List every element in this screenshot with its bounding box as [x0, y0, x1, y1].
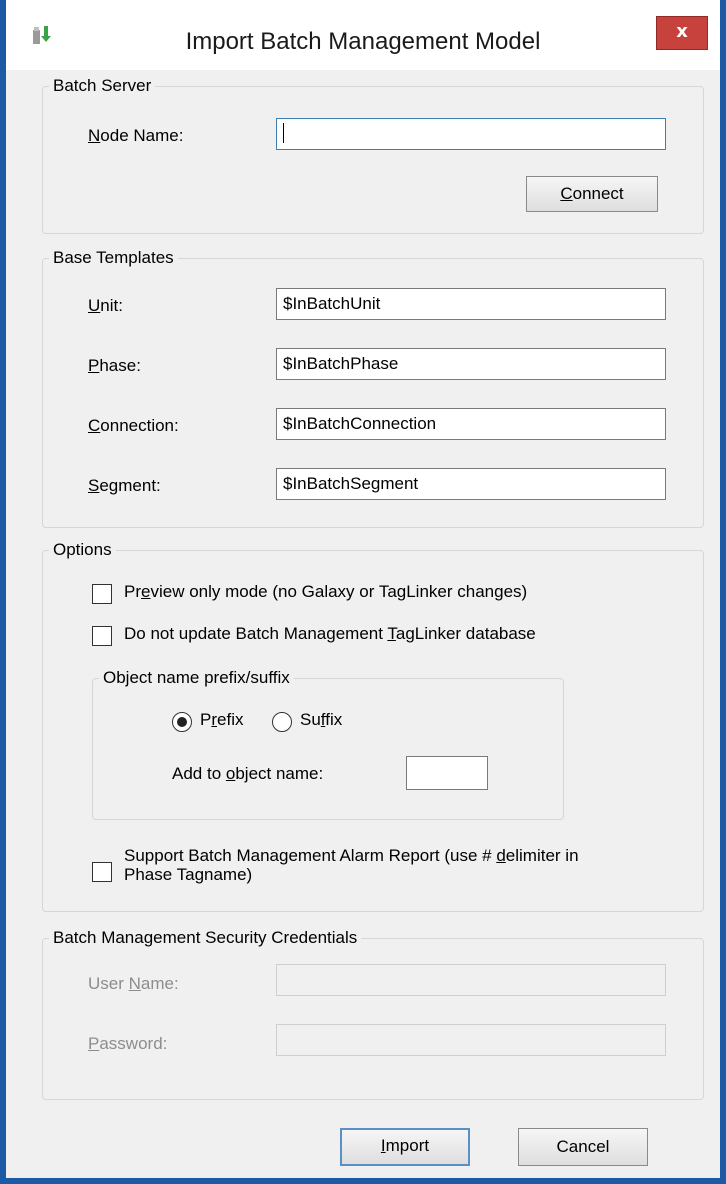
suffix-radio[interactable] [272, 712, 292, 732]
password-label: Password: [88, 1034, 168, 1053]
preview-only-checkbox[interactable] [92, 584, 112, 604]
security-credentials-group: Batch Management Security Credentials [42, 928, 704, 1100]
password-input[interactable] [276, 1024, 666, 1056]
unit-label: Unit: [88, 296, 123, 315]
phase-label: Phase: [88, 356, 141, 375]
segment-label: Segment: [88, 476, 161, 495]
no-update-taglinker-label[interactable]: Do not update Batch Management TagLinker… [124, 624, 536, 644]
suffix-label[interactable]: Suffix [300, 710, 342, 730]
import-button[interactable]: Import [340, 1128, 470, 1166]
preview-only-label[interactable]: Preview only mode (no Galaxy or TagLinke… [124, 582, 527, 602]
alarm-report-checkbox[interactable] [92, 862, 112, 882]
connection-label: Connection: [88, 416, 179, 435]
dialog-window: Import Batch Management Model x Batch Se… [0, 0, 726, 1184]
close-button[interactable]: x [656, 16, 708, 50]
unit-input[interactable]: $InBatchUnit [276, 288, 666, 320]
user-name-input[interactable] [276, 964, 666, 996]
title-bar: Import Batch Management Model x [6, 0, 720, 70]
alarm-report-label[interactable]: Support Batch Management Alarm Report (u… [124, 846, 579, 884]
window-title: Import Batch Management Model [185, 28, 541, 55]
node-name-label: Node Name: [88, 126, 184, 145]
node-name-input[interactable] [276, 118, 666, 150]
prefix-suffix-group: Object name prefix/suffix [92, 668, 564, 820]
batch-server-legend: Batch Server [53, 76, 152, 95]
phase-input[interactable]: $InBatchPhase [276, 348, 666, 380]
connection-input[interactable]: $InBatchConnection [276, 408, 666, 440]
close-icon: x [676, 21, 688, 42]
no-update-taglinker-checkbox[interactable] [92, 626, 112, 646]
prefix-suffix-legend: Object name prefix/suffix [103, 668, 290, 687]
text-caret [283, 123, 284, 144]
options-legend: Options [53, 540, 112, 559]
add-to-object-name-input[interactable] [406, 756, 488, 790]
segment-input[interactable]: $InBatchSegment [276, 468, 666, 500]
add-to-object-name-label: Add to object name: [172, 764, 324, 783]
connect-button[interactable]: Connect [526, 176, 658, 212]
prefix-radio[interactable] [172, 712, 192, 732]
user-name-label: User Name: [88, 974, 179, 993]
cancel-button[interactable]: Cancel [518, 1128, 648, 1166]
security-credentials-legend: Batch Management Security Credentials [53, 928, 358, 947]
base-templates-legend: Base Templates [53, 248, 174, 267]
prefix-label[interactable]: Prefix [200, 710, 243, 730]
